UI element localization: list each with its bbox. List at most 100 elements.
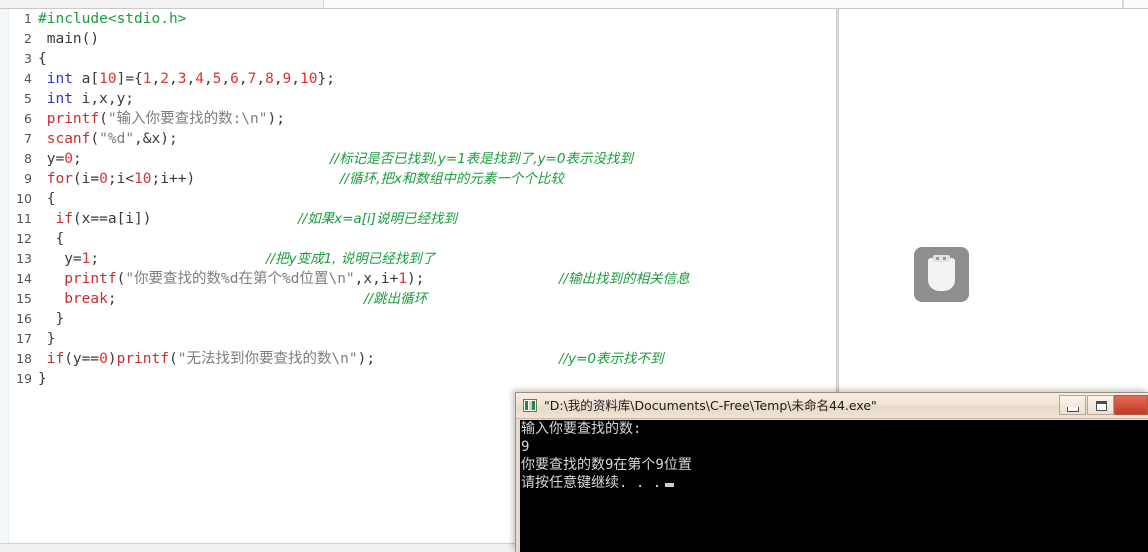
code-token-kw: printf: [38, 271, 117, 287]
usb-drive-cap: [933, 255, 950, 262]
code-comment: //把y变成1, 说明已经找到了: [266, 251, 436, 267]
code-line[interactable]: 8 y=0; //标记是否已找到,y=1表是找到了,y=0表示没找到: [10, 149, 836, 169]
console-cursor: [665, 483, 675, 487]
console-window[interactable]: "D:\我的资料库\Documents\C-Free\Temp\未命名44.ex…: [515, 392, 1148, 552]
code-line[interactable]: 15 break; //跳出循环: [10, 289, 836, 309]
code-token-id: ;i<: [107, 171, 135, 187]
code-token-id: y=: [38, 151, 65, 167]
code-token-id: (: [90, 131, 100, 147]
close-button[interactable]: [1114, 395, 1148, 415]
code-token-id: (x==a[i]): [72, 211, 152, 227]
application-window: 1 #include<stdio.h> 2 main() 3{4 int a[10]=…: [0, 0, 1148, 552]
console-line: 请按任意键继续. . .: [520, 474, 1148, 492]
code-token-id: }: [38, 311, 65, 327]
code-line[interactable]: 1 #include<stdio.h>: [10, 9, 836, 29]
editor-left-rail: [0, 9, 9, 543]
code-token-kw: scanf: [38, 131, 91, 147]
code-token-id: ,: [151, 71, 161, 87]
code-token-id: ;: [90, 251, 100, 267]
console-titlebar[interactable]: "D:\我的资料库\Documents\C-Free\Temp\未命名44.ex…: [516, 393, 1148, 419]
code-token-id: );: [267, 111, 285, 127]
code-token-id: ]={: [116, 71, 143, 87]
editor-bottom-edge: [0, 543, 515, 552]
code-line[interactable]: 17 }: [10, 329, 836, 349]
line-number: 10: [16, 191, 32, 206]
code-token-str: "你要查找的数%d在第个%d位置\n": [125, 271, 355, 287]
usb-drive-body: [928, 258, 955, 291]
line-number: 9: [24, 171, 32, 186]
console-line-text: 你要查找的数9在第个9位置: [521, 457, 692, 473]
maximize-icon: [1096, 401, 1107, 411]
code-token-str: "无法找到你要查找的数\n": [177, 351, 358, 367]
code-token-num: 2: [160, 71, 169, 87]
code-text: if(y==0)printf("无法找到你要查找的数\n");: [38, 349, 375, 369]
minimize-button[interactable]: [1059, 395, 1086, 415]
code-token-id: ,: [221, 71, 231, 87]
code-line[interactable]: 18 if(y==0)printf("无法找到你要查找的数\n"); //y=0表…: [10, 349, 836, 369]
code-text: }: [38, 329, 56, 349]
code-line[interactable]: 6 printf("输入你要查找的数:\n");: [10, 109, 836, 129]
code-text: {: [38, 229, 64, 249]
code-token-id: ;: [107, 291, 117, 307]
code-line[interactable]: 11 if(x==a[i]) //如果x=a[i]说明已经找到: [10, 209, 836, 229]
code-line[interactable]: 5 int i,x,y;: [10, 89, 836, 109]
code-token-id: ,: [169, 71, 178, 87]
code-line[interactable]: 3{: [10, 49, 836, 69]
code-token-id: }: [38, 331, 56, 347]
code-line[interactable]: 12 {: [10, 229, 836, 249]
code-token-id: (y==: [64, 351, 100, 367]
maximize-button[interactable]: [1087, 395, 1114, 415]
code-text: }: [38, 309, 64, 329]
code-token-id: ,&x);: [134, 131, 178, 147]
code-token-num: 0: [99, 171, 108, 187]
code-line[interactable]: 14 printf("你要查找的数%d在第个%d位置\n",x,i+1); //输…: [10, 269, 836, 289]
line-number: 4: [24, 71, 32, 86]
line-number: 15: [16, 291, 32, 306]
code-token-num: 0: [99, 351, 108, 367]
code-text: y=1;: [38, 249, 99, 269]
code-line[interactable]: 10 {: [10, 189, 836, 209]
code-token-num: 10: [99, 71, 117, 87]
code-line[interactable]: 19}: [10, 369, 836, 389]
code-token-id: ,: [203, 71, 213, 87]
code-token-kw: break: [38, 291, 108, 307]
code-line[interactable]: 4 int a[10]={1,2,3,4,5,6,7,8,9,10};: [10, 69, 836, 89]
code-token-id: main(): [38, 31, 100, 47]
code-token-id: (i=: [72, 171, 100, 187]
code-text: break;: [38, 289, 117, 309]
code-token-id: i,x,y;: [72, 91, 135, 107]
code-line[interactable]: 9 for(i=0;i<10;i++) //循环,把x和数组中的元素一个个比较: [10, 169, 836, 189]
console-output[interactable]: 输入你要查找的数: 9 你要查找的数9在第个9位置 请按任意键继续. . .: [520, 420, 1148, 552]
code-token-num: 1: [398, 271, 408, 287]
code-token-kw: if: [38, 351, 65, 367]
line-number: 3: [24, 51, 32, 66]
console-line: 9: [520, 438, 1148, 456]
code-text: y=0;: [38, 149, 82, 169]
top-toolbar-strip: [0, 0, 1148, 9]
code-token-num: 10: [300, 71, 318, 87]
code-text: printf("你要查找的数%d在第个%d位置\n",x,i+1);: [38, 269, 424, 289]
console-app-icon: [523, 399, 537, 412]
code-token-type: int: [38, 71, 73, 87]
code-comment: //y=0表示找不到: [559, 351, 664, 367]
code-token-num: 1: [142, 71, 152, 87]
code-line[interactable]: 2 main(): [10, 29, 836, 49]
code-line[interactable]: 7 scanf("%d",&x);: [10, 129, 836, 149]
code-token-id: ;i++): [151, 171, 196, 187]
code-line[interactable]: 16 }: [10, 309, 836, 329]
code-line[interactable]: 13 y=1; //把y变成1, 说明已经找到了: [10, 249, 836, 269]
line-number: 13: [16, 251, 32, 266]
code-token-str: "%d": [99, 131, 135, 147]
code-token-str: "输入你要查找的数:\n": [107, 111, 268, 127]
usb-drive-icon[interactable]: [914, 247, 969, 302]
code-token-num: 9: [282, 71, 292, 87]
code-comment: //如果x=a[i]说明已经找到: [298, 211, 457, 227]
code-token-id: ): [107, 351, 117, 367]
code-token-id: }: [38, 371, 47, 387]
code-token-id: ,x,i+: [354, 271, 399, 287]
toolbar-segment-right: [1123, 0, 1148, 8]
line-number: 8: [24, 151, 32, 166]
code-token-num: 10: [134, 171, 152, 187]
console-line-text: 请按任意键继续. . .: [521, 475, 662, 491]
line-number: 16: [16, 311, 32, 326]
